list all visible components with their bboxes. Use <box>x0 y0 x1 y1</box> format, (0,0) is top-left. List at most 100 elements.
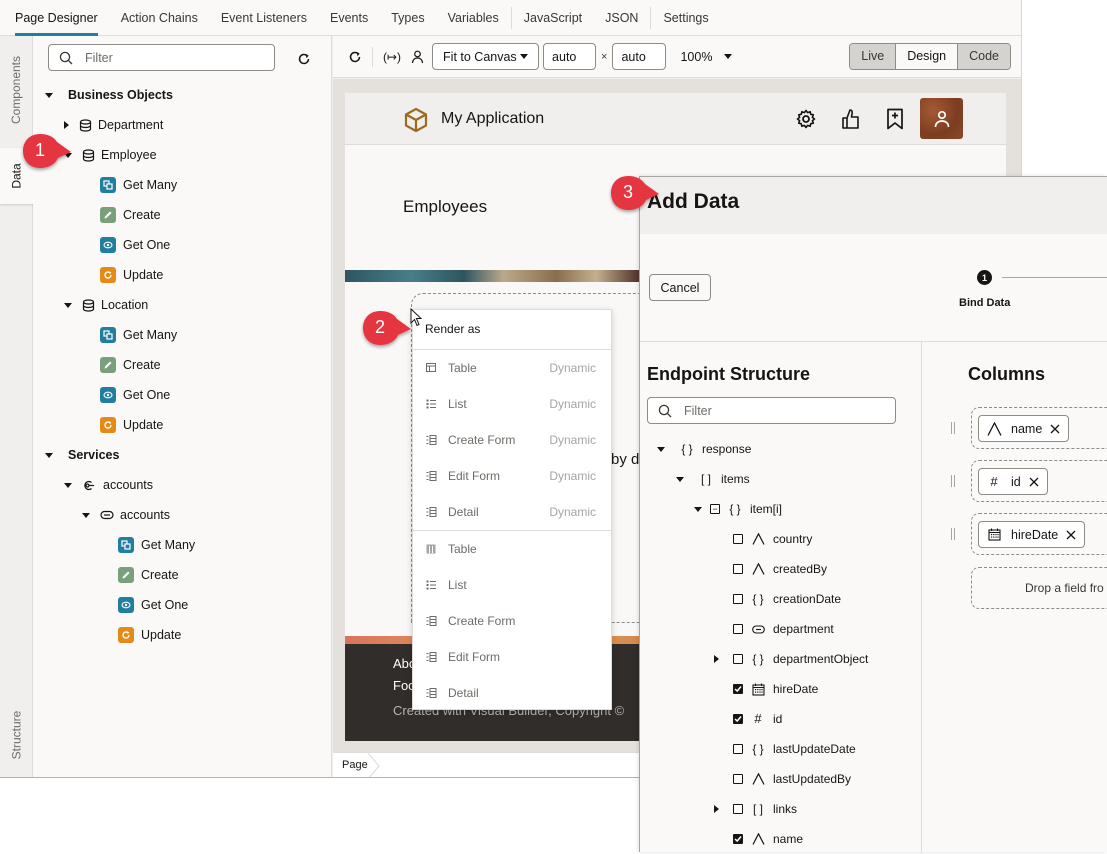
location-get-many[interactable]: Get Many <box>100 320 177 350</box>
field-checkbox[interactable] <box>733 594 743 604</box>
caret-down-icon[interactable] <box>45 92 53 98</box>
column-chip-hireDate[interactable]: hireDate <box>978 521 1086 548</box>
tab-json[interactable]: JSON <box>605 0 638 36</box>
menu-item-create-form[interactable]: Create Form <box>413 603 613 639</box>
employee-update[interactable]: Update <box>100 260 163 290</box>
remove-icon[interactable] <box>1029 477 1039 487</box>
menu-item-list[interactable]: List <box>413 567 613 603</box>
caret-down-icon[interactable] <box>657 446 665 452</box>
bookmark-add-icon[interactable] <box>886 108 904 130</box>
field-checkbox[interactable] <box>733 774 743 784</box>
caret-down-icon[interactable] <box>45 452 53 458</box>
employee-create[interactable]: Create <box>100 200 161 230</box>
cancel-button[interactable]: Cancel <box>649 274 711 301</box>
tab-settings[interactable]: Settings <box>663 0 708 36</box>
data-filter-input[interactable]: Filter <box>48 44 275 71</box>
tab-types[interactable]: Types <box>391 0 424 36</box>
caret-down-icon[interactable] <box>676 476 684 482</box>
endpoint-node-item[interactable]: − { } item[i] <box>694 494 782 524</box>
tab-javascript[interactable]: JavaScript <box>524 0 582 36</box>
select-all-checkbox[interactable]: − <box>710 504 720 514</box>
tree-endpoint-accounts[interactable]: accounts <box>82 500 170 530</box>
endpoint-field-name[interactable]: name <box>733 824 803 854</box>
tab-page-designer[interactable]: Page Designer <box>15 0 98 36</box>
field-checkbox[interactable] <box>733 714 743 724</box>
fit-to-canvas-select[interactable]: Fit to Canvas <box>432 43 540 70</box>
caret-down-icon[interactable] <box>64 482 72 488</box>
tab-action-chains[interactable]: Action Chains <box>121 0 198 36</box>
endpoint-field-lastUpdateDate[interactable]: { } lastUpdateDate <box>733 734 856 764</box>
thumbs-up-icon[interactable] <box>841 108 861 130</box>
canvas-width-input[interactable]: auto <box>543 43 597 70</box>
endpoint-field-lastUpdatedBy[interactable]: lastUpdatedBy <box>733 764 851 794</box>
remove-icon[interactable] <box>1066 530 1076 540</box>
field-checkbox[interactable] <box>733 624 743 634</box>
caret-right-icon[interactable] <box>714 655 719 663</box>
column-chip-id[interactable]: # id <box>978 468 1048 495</box>
employee-get-many[interactable]: Get Many <box>100 170 177 200</box>
field-checkbox[interactable] <box>733 744 743 754</box>
location-update[interactable]: Update <box>100 410 163 440</box>
endpoint-field-id[interactable]: # id <box>733 704 782 734</box>
tab-variables[interactable]: Variables <box>448 0 499 36</box>
column-drop-target[interactable]: Drop a field fro <box>971 567 1107 609</box>
breadcrumb-page[interactable]: Page <box>342 759 368 771</box>
tree-business-objects[interactable]: Business Objects <box>45 80 173 110</box>
location-get-one[interactable]: Get One <box>100 380 170 410</box>
refresh-icon[interactable] <box>297 52 311 66</box>
caret-right-icon[interactable] <box>64 121 69 129</box>
field-checkbox[interactable] <box>733 804 743 814</box>
menu-item-dynamic-table[interactable]: Table Dynamic <box>413 350 613 386</box>
mode-live-button[interactable]: Live <box>850 44 897 69</box>
rail-tab-components[interactable]: Components <box>0 36 33 144</box>
caret-down-icon[interactable] <box>64 302 72 308</box>
menu-item-dynamic-list[interactable]: List Dynamic <box>413 386 613 422</box>
tab-event-listeners[interactable]: Event Listeners <box>221 0 307 36</box>
rail-tab-structure[interactable]: Structure <box>0 692 33 777</box>
mode-design-button[interactable]: Design <box>896 44 959 69</box>
tree-service-accounts[interactable]: accounts <box>64 470 153 500</box>
endpoint-field-departmentObject[interactable]: { } departmentObject <box>714 644 868 674</box>
tree-services[interactable]: Services <box>45 440 119 470</box>
accounts-get-one[interactable]: Get One <box>118 590 188 620</box>
user-avatar[interactable] <box>920 98 963 139</box>
endpoint-node-items[interactable]: [ ] items <box>676 464 750 494</box>
remove-icon[interactable] <box>1050 424 1060 434</box>
field-checkbox[interactable] <box>733 834 743 844</box>
endpoint-filter-input[interactable]: Filter <box>647 397 896 424</box>
caret-down-icon[interactable] <box>694 506 702 512</box>
menu-item-detail[interactable]: Detail <box>413 675 613 711</box>
accounts-update[interactable]: Update <box>118 620 181 650</box>
field-checkbox[interactable] <box>733 564 743 574</box>
accounts-get-many[interactable]: Get Many <box>118 530 195 560</box>
drag-handle-icon[interactable] <box>951 528 955 540</box>
endpoint-field-creationDate[interactable]: { } creationDate <box>733 584 841 614</box>
endpoint-field-createdBy[interactable]: createdBy <box>733 554 827 584</box>
mode-code-button[interactable]: Code <box>958 44 1010 69</box>
employee-get-one[interactable]: Get One <box>100 230 170 260</box>
endpoint-field-links[interactable]: [ ] links <box>714 794 797 824</box>
tree-location[interactable]: Location <box>64 290 148 320</box>
gear-icon[interactable] <box>796 109 816 129</box>
endpoint-field-department[interactable]: department <box>733 614 834 644</box>
menu-item-dynamic-detail[interactable]: Detail Dynamic <box>413 494 613 530</box>
menu-item-table[interactable]: Table <box>413 531 613 567</box>
step-indicator[interactable]: 1 <box>977 270 992 285</box>
endpoint-field-hireDate[interactable]: hireDate <box>733 674 818 704</box>
endpoint-field-country[interactable]: country <box>733 524 812 554</box>
menu-item-edit-form[interactable]: Edit Form <box>413 639 613 675</box>
refresh-icon[interactable] <box>348 50 362 64</box>
zoom-select[interactable]: 100% <box>680 50 733 64</box>
menu-item-dynamic-edit-form[interactable]: Edit Form Dynamic <box>413 458 613 494</box>
caret-down-icon[interactable] <box>82 512 90 518</box>
location-create[interactable]: Create <box>100 350 161 380</box>
column-chip-name[interactable]: name <box>978 415 1070 442</box>
menu-item-dynamic-create-form[interactable]: Create Form Dynamic <box>413 422 613 458</box>
field-checkbox[interactable] <box>733 534 743 544</box>
drag-handle-icon[interactable] <box>951 422 955 434</box>
tab-events[interactable]: Events <box>330 0 368 36</box>
variables-icon[interactable]: (↦) <box>383 50 401 64</box>
canvas-height-input[interactable]: auto <box>612 43 667 70</box>
endpoint-node-response[interactable]: { } response <box>657 434 751 464</box>
field-checkbox[interactable] <box>733 654 743 664</box>
